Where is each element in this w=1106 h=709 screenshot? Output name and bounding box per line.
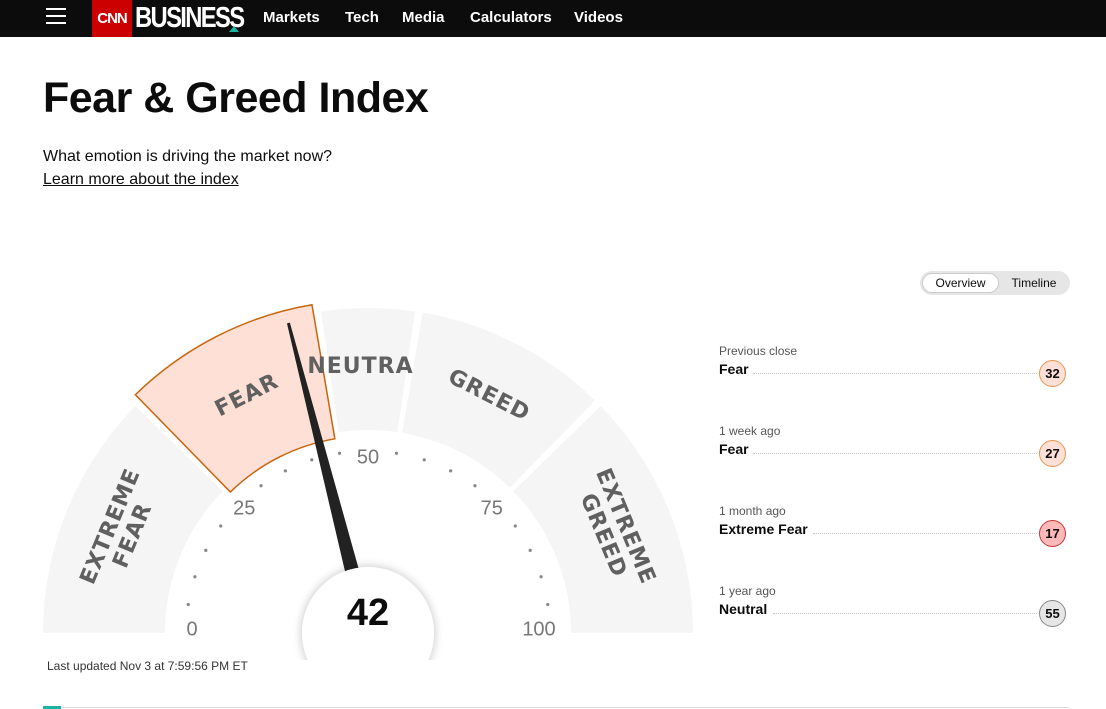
gauge-tick-dot xyxy=(546,602,550,607)
history-label: 1 week ago xyxy=(719,424,781,438)
last-updated: Last updated Nov 3 at 7:59:56 PM ET xyxy=(47,659,248,673)
gauge-tick-dot xyxy=(449,469,453,473)
history-list: Previous close Fear 32 1 week ago Fear 2… xyxy=(719,340,1069,660)
history-label: Previous close xyxy=(719,344,798,358)
dotted-leader xyxy=(773,613,1037,614)
business-logo[interactable]: BUSINESS xyxy=(135,2,245,35)
gauge-tick-dot xyxy=(193,575,197,579)
gauge-tick-label: 0 xyxy=(186,618,197,640)
history-score-badge: 27 xyxy=(1039,440,1066,467)
history-score-badge: 17 xyxy=(1039,520,1066,547)
gauge-tick-dot xyxy=(283,469,287,473)
history-score-badge: 55 xyxy=(1039,600,1066,627)
history-score-badge: 32 xyxy=(1039,360,1066,387)
learn-more-link[interactable]: Learn more about the index xyxy=(43,171,239,189)
nav-item-media[interactable]: Media xyxy=(402,9,445,26)
history-label: 1 month ago xyxy=(719,504,786,518)
gauge-tick-dot xyxy=(539,575,543,579)
history-item-previous-close: Previous close Fear 32 xyxy=(719,340,1069,420)
gauge-tick-dot xyxy=(337,451,342,455)
view-toggle: Overview Timeline xyxy=(920,271,1070,295)
gauge-tick-label: 75 xyxy=(481,498,503,520)
tab-timeline[interactable]: Timeline xyxy=(1000,273,1068,293)
history-item-1-week: 1 week ago Fear 27 xyxy=(719,420,1069,500)
cnn-logo[interactable]: CNN xyxy=(92,0,132,37)
page-subtitle: What emotion is driving the market now? xyxy=(43,148,333,165)
gauge-value: 42 xyxy=(347,592,389,634)
gauge-tick-dot xyxy=(310,458,314,462)
tab-overview[interactable]: Overview xyxy=(922,273,999,293)
gauge-tick-dot xyxy=(259,484,263,488)
gauge-tick-dot xyxy=(186,602,190,607)
history-item-1-year: 1 year ago Neutral 55 xyxy=(719,580,1069,660)
history-label: 1 year ago xyxy=(719,584,776,598)
gauge-segment-label: NEUTRAL xyxy=(307,354,428,379)
fear-greed-gauge: EXTREMEFEARFEARNEUTRAL GREEDEXTREMEGREED0… xyxy=(43,303,693,660)
gauge-tick-label: 25 xyxy=(233,498,255,520)
nav-item-markets[interactable]: Markets xyxy=(263,9,320,26)
history-rating: Neutral xyxy=(719,601,768,617)
top-nav: CNN BUSINESS Markets Tech Media Calculat… xyxy=(0,0,1106,37)
history-rating: Fear xyxy=(719,361,749,377)
menu-icon[interactable] xyxy=(46,8,66,26)
gauge-tick-dot xyxy=(528,548,532,552)
gauge-tick-dot xyxy=(513,524,517,528)
dotted-leader xyxy=(753,453,1037,454)
history-rating: Fear xyxy=(719,441,749,457)
gauge-tick-dot xyxy=(422,458,426,462)
nav-item-tech[interactable]: Tech xyxy=(345,9,379,26)
history-item-1-month: 1 month ago Extreme Fear 17 xyxy=(719,500,1069,580)
gauge-tick-dot xyxy=(473,484,477,488)
brand-accent-icon xyxy=(229,26,239,32)
gauge-tick-dot xyxy=(204,548,208,552)
history-rating: Extreme Fear xyxy=(719,521,808,537)
nav-item-calculators[interactable]: Calculators xyxy=(470,9,552,26)
nav-item-videos[interactable]: Videos xyxy=(574,9,623,26)
section-divider xyxy=(43,707,1069,708)
gauge-tick-dot xyxy=(394,451,399,455)
dotted-leader xyxy=(753,373,1037,374)
gauge-tick-dot xyxy=(219,524,223,528)
page-title: Fear & Greed Index xyxy=(43,74,429,122)
gauge-tick-label: 100 xyxy=(522,618,555,640)
dotted-leader xyxy=(813,533,1037,534)
gauge-tick-label: 50 xyxy=(357,446,379,468)
